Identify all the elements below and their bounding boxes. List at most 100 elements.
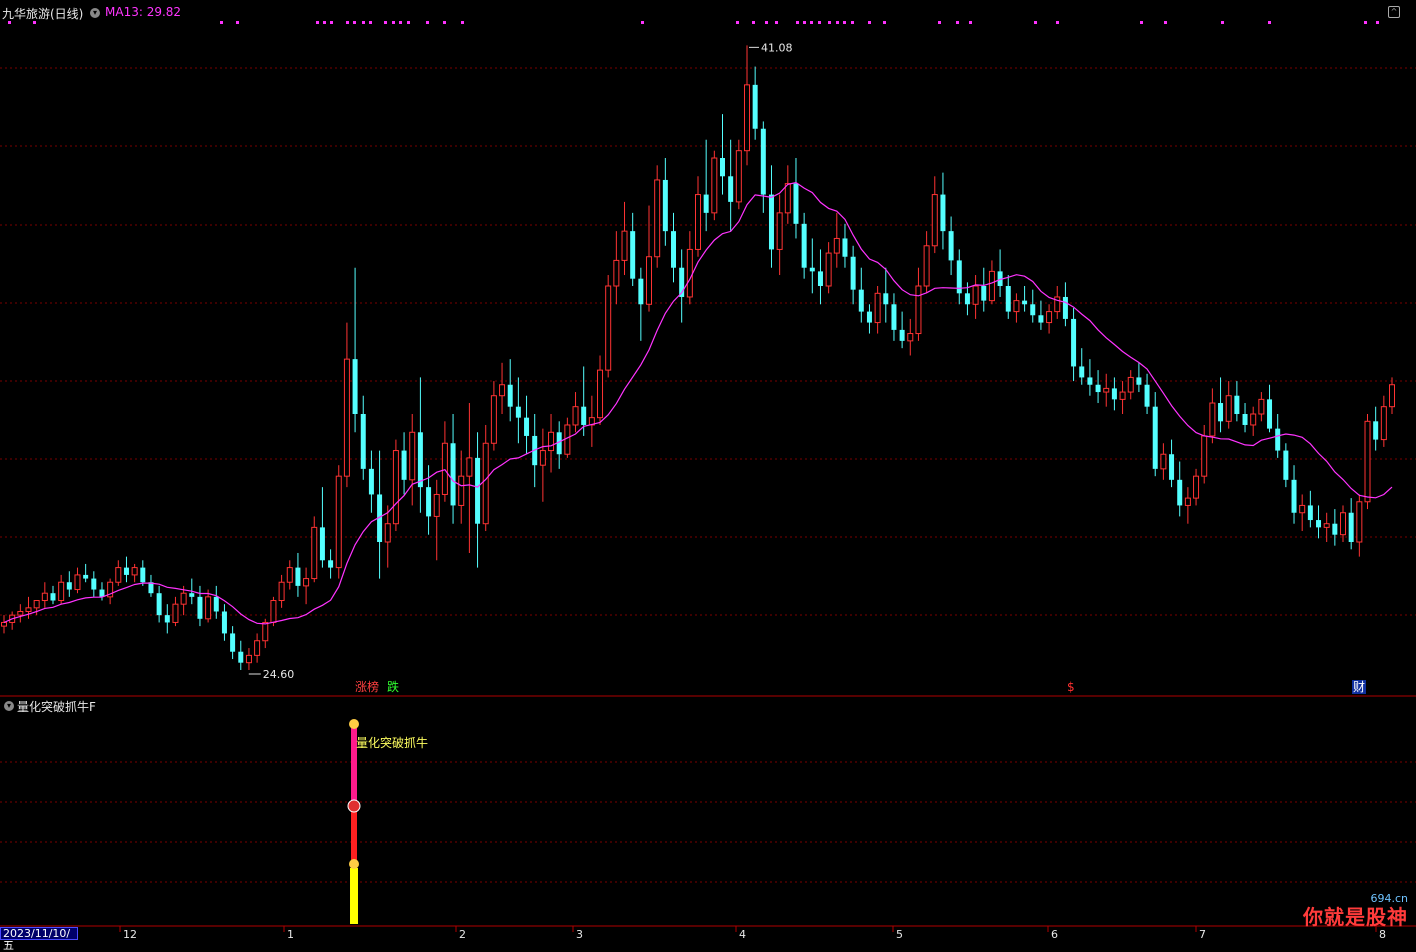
watermark-text: 你就是股神: [1303, 905, 1408, 929]
candle-body: [433, 493, 440, 517]
candle-body: [392, 450, 399, 525]
candle-body: [825, 252, 832, 287]
candle-body: [1095, 384, 1101, 393]
candle-body: [319, 527, 325, 561]
high-label: 41.08: [761, 41, 793, 54]
signal-dot: [641, 21, 644, 24]
candle-body: [230, 633, 236, 652]
candle-body: [270, 600, 277, 623]
stock-chart-window: 41.08 24.60 量化突破抓牛 12 1 2 3 4 5 6 7 8 九华旅游(日线) ▾ MA…: [0, 0, 1416, 952]
event-marker-limit-up[interactable]: 涨榜: [354, 680, 380, 694]
signal-dot: [236, 21, 239, 24]
signal-dot: [843, 21, 846, 24]
candle-body: [891, 304, 897, 330]
chevron-down-icon[interactable]: ▾: [90, 8, 100, 18]
candle-body: [1291, 479, 1297, 513]
candle-body: [99, 589, 105, 597]
candle-body: [303, 578, 310, 587]
candle-body: [524, 417, 530, 436]
candle-body: [197, 596, 203, 619]
candle-body: [539, 450, 546, 466]
candle-body: [417, 432, 423, 488]
candle-body: [123, 567, 129, 575]
event-marker-dollar[interactable]: $: [1066, 680, 1076, 694]
candle-body: [1356, 501, 1363, 543]
candle-body: [564, 424, 571, 455]
candle-body: [335, 475, 342, 569]
candle-body: [907, 333, 914, 342]
candle-body: [1283, 450, 1289, 480]
signal-dot: [1164, 21, 1167, 24]
candle-body: [548, 431, 555, 452]
candle-body: [1275, 428, 1281, 451]
candle-body: [189, 593, 195, 597]
candle-body: [1119, 391, 1126, 400]
signal-dot: [796, 21, 799, 24]
candle-body: [1332, 523, 1338, 535]
candle-body: [1160, 453, 1167, 470]
candle-body: [817, 271, 823, 286]
candle-body: [621, 230, 628, 261]
signal-dot: [1140, 21, 1143, 24]
candle-body: [752, 84, 758, 129]
candle-body: [686, 248, 693, 298]
candle-body: [874, 292, 881, 324]
candle-body: [1013, 300, 1020, 313]
candle-body: [1364, 420, 1371, 503]
candle-body: [735, 150, 742, 203]
candle-body: [1218, 403, 1224, 422]
signal-dot: [818, 21, 821, 24]
candle-body: [972, 285, 979, 305]
cursor-date: 2023/11/10/五: [0, 927, 78, 952]
candle-body: [1267, 399, 1273, 429]
signal-dot: [851, 21, 854, 24]
x-tick-label: 2: [459, 928, 466, 940]
candle-body: [441, 442, 448, 495]
candle-body: [156, 593, 162, 616]
signal-dot: [330, 21, 333, 24]
event-marker-finance[interactable]: 财: [1352, 680, 1367, 694]
candle-body: [172, 603, 179, 623]
candle-body: [1234, 395, 1240, 414]
chevron-down-icon[interactable]: ▾: [4, 701, 14, 711]
maximize-icon[interactable]: ^: [1388, 6, 1400, 18]
candle-body: [801, 223, 807, 268]
signal-dot: [426, 21, 429, 24]
signal-dot: [407, 21, 410, 24]
candle-body: [981, 286, 987, 301]
candle-body: [17, 610, 24, 616]
watermark: 694.cn 你就是股神: [1258, 892, 1408, 932]
candle-body: [1316, 520, 1322, 528]
candle-body: [515, 406, 521, 418]
candle-body: [833, 237, 840, 254]
candle-body: [850, 256, 856, 290]
candle-body: [1062, 296, 1068, 319]
candle-body: [426, 487, 432, 517]
candle-body: [245, 654, 252, 664]
signal-dot: [810, 21, 813, 24]
signal-dot: [969, 21, 972, 24]
signal-dot: [765, 21, 768, 24]
signal-dot: [828, 21, 831, 24]
signal-bar-yellow: [350, 868, 358, 924]
candle-body: [295, 567, 301, 586]
money-bag-icon: [349, 719, 359, 729]
signal-dot: [392, 21, 395, 24]
candle-body: [221, 611, 227, 634]
candle-body: [923, 245, 930, 287]
signal-dot: [399, 21, 402, 24]
candle-body: [743, 84, 750, 152]
candle-body: [768, 194, 774, 250]
candle-body: [760, 128, 766, 195]
x-tick-label: 7: [1199, 928, 1206, 940]
signal-dot: [346, 21, 349, 24]
signal-dot: [1034, 21, 1037, 24]
candlestick-chart[interactable]: 41.0824.60量化突破抓牛12 1 2 3 4 5 6 7 8: [0, 0, 1416, 940]
candle-body: [931, 194, 938, 247]
candle-body: [1152, 406, 1158, 469]
candle-body: [1177, 479, 1183, 506]
event-marker-fall[interactable]: 跌: [386, 680, 400, 694]
signal-dot: [956, 21, 959, 24]
signal-dot: [883, 21, 886, 24]
signal-dot: [752, 21, 755, 24]
